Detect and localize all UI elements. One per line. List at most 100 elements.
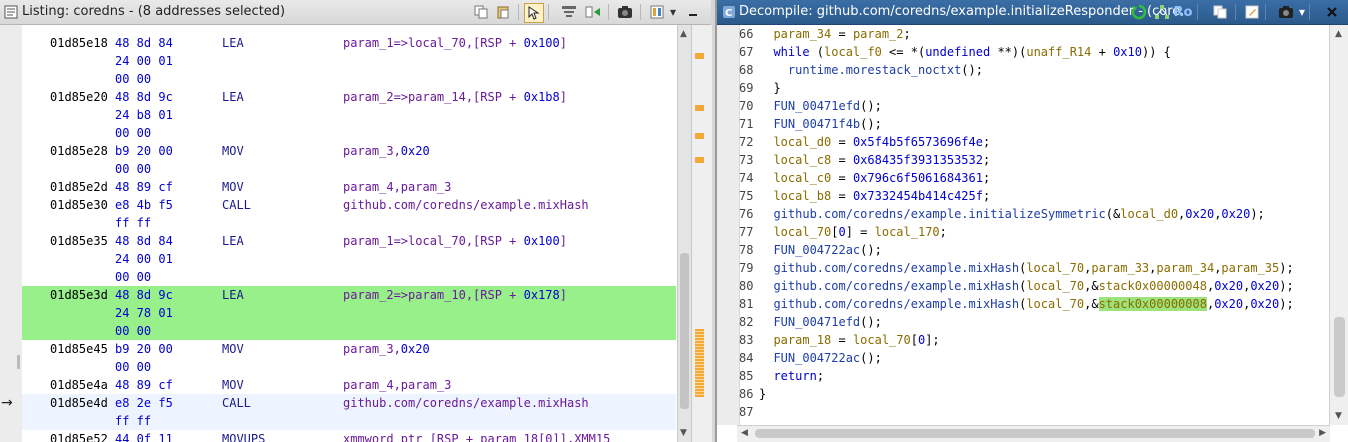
overview-mark[interactable] [695,105,704,111]
edit-icon[interactable] [1243,3,1261,21]
decompile-line[interactable]: 72 local_d0 = 0x5f4b5f6573696f4e; [739,133,1329,151]
code-text[interactable]: FUN_00471f4b(); [759,117,881,131]
copy-icon[interactable] [472,3,490,21]
code-text[interactable]: param_34 = param_2; [759,27,910,41]
decompile-line[interactable]: 75 local_b8 = 0x7332454b414c425f; [739,187,1329,205]
listing-row[interactable]: 01d85e20 48 8d 9c LEA param_2=>param_14,[RS… [22,88,676,106]
listing-row[interactable]: 01d85e18 48 8d 84 LEA param_1=>local_70,[RS… [22,34,676,52]
decompile-vertical-scrollbar[interactable]: ▲ ▼ [1329,25,1348,425]
listing-row[interactable]: ff ff [22,412,676,430]
code-text[interactable]: FUN_004722ac(); [759,351,881,365]
decompile-hscroll-thumb[interactable] [755,429,1315,438]
scroll-down-icon[interactable]: ▼ [680,428,687,438]
code-text[interactable]: local_c8 = 0x68435f3931353532; [759,153,990,167]
listing-row[interactable]: 01d85e3d 48 8d 9c LEA param_2=>param_10,[RS… [22,286,676,304]
decompile-line[interactable]: 70 FUN_00471efd(); [739,97,1329,115]
listing-row[interactable]: ff ff [22,214,676,232]
listing-code-view[interactable]: 01d85e18 48 8d 84 LEA param_1=>local_70,[RS… [22,25,676,442]
code-text[interactable]: github.com/coredns/example.mixHash(local… [759,279,1293,293]
code-text[interactable]: FUN_00471efd(); [759,99,881,113]
diff-icon[interactable] [584,3,602,21]
instruction-operands[interactable]: param_3,0x20 [343,342,430,356]
minimize-icon[interactable] [684,3,702,21]
overview-mark[interactable] [695,53,704,59]
decompile-line[interactable]: 80 github.com/coredns/example.mixHash(lo… [739,277,1329,295]
listing-overview-bar[interactable] [691,25,712,442]
decompile-line[interactable]: 78 FUN_004722ac(); [739,241,1329,259]
code-text[interactable]: while (local_f0 <= *(undefined **)(unaff… [759,45,1170,59]
decompile-line[interactable]: 84 FUN_004722ac(); [739,349,1329,367]
decompile-line[interactable]: 71 FUN_00471f4b(); [739,115,1329,133]
listing-row[interactable]: 24 78 01 [22,304,676,322]
snapshot-icon[interactable] [560,3,578,21]
listing-margin[interactable]: → [0,25,23,442]
instruction-operands[interactable]: xmmword ptr [RSP + param_18[0]],XMM15 [343,432,610,442]
decompile-line[interactable]: 83 param_18 = local_70[0]; [739,331,1329,349]
listing-row[interactable]: 01d85e35 48 8d 84 LEA param_1=>local_70,[RS… [22,232,676,250]
listing-row[interactable]: 01d85e2d 48 89 cf MOV param_4,param_3 [22,178,676,196]
instruction-operands[interactable]: param_2=>param_10,[RSP + 0x178] [343,288,567,302]
decompile-line[interactable]: 79 github.com/coredns/example.mixHash(lo… [739,259,1329,277]
decompile-line[interactable]: 77 local_70[0] = local_170; [739,223,1329,241]
refresh-icon[interactable] [1130,3,1148,21]
decompile-line[interactable]: 85 return; [739,367,1329,385]
code-text[interactable]: github.com/coredns/example.initializeSym… [759,207,1264,221]
decompile-line[interactable]: 67 while (local_f0 <= *(undefined **)(un… [739,43,1329,61]
overview-mark[interactable] [695,157,704,163]
instruction-operands[interactable]: param_3,0x20 [343,144,430,158]
code-text[interactable]: } [759,81,780,95]
graph-icon[interactable] [1153,3,1171,21]
field-config-icon[interactable] [648,3,666,21]
copy-icon[interactable] [1211,3,1229,21]
code-text[interactable]: local_70[0] = local_170; [759,225,946,239]
listing-row[interactable]: 24 00 01 [22,52,676,70]
listing-row[interactable]: 00 00 [22,322,676,340]
decompile-scroll-thumb[interactable] [1334,317,1345,397]
code-text[interactable]: } [759,387,766,401]
instruction-operands[interactable]: github.com/coredns/example.mixHash [343,396,589,410]
overview-selection-block[interactable] [695,329,704,397]
decompile-line[interactable]: 86} [739,385,1329,403]
instruction-operands[interactable]: param_1=>local_70,[RSP + 0x100] [343,234,567,248]
code-text[interactable]: FUN_004722ac(); [759,243,881,257]
camera-icon[interactable] [616,3,634,21]
overview-mark[interactable] [695,133,704,139]
decompile-code-view[interactable]: 66 param_34 = param_2; 67 while (local_f0… [739,25,1329,425]
scroll-up-icon[interactable]: ▲ [680,29,687,39]
listing-row[interactable]: 24 b8 01 [22,106,676,124]
listing-row[interactable]: 01d85e28 b9 20 00 MOV param_3,0x20 [22,142,676,160]
listing-row[interactable]: 24 00 01 [22,250,676,268]
code-text[interactable]: github.com/coredns/example.mixHash(local… [759,297,1294,311]
code-text[interactable]: param_18 = local_70[0]; [759,333,939,347]
scroll-left-icon[interactable]: ◀ [741,428,748,438]
scroll-right-icon[interactable]: ▶ [1319,428,1326,438]
decompile-line[interactable]: 66 param_34 = param_2; [739,25,1329,43]
close-icon[interactable] [1323,3,1341,21]
listing-row[interactable]: 01d85e4d e8 2e f5 CALL github.com/coredns/e… [22,394,676,412]
listing-scroll-thumb[interactable] [680,253,689,409]
listing-row[interactable]: 01d85e52 44 0f 11 MOVUPS xmmword ptr [RSP +… [22,430,676,442]
decompile-horizontal-scrollbar[interactable]: ◀ ▶ [737,425,1330,442]
chevron-down-icon[interactable]: ▾ [1297,3,1307,21]
chevron-down-icon[interactable]: ▾ [668,3,678,21]
decompile-line[interactable]: 81 github.com/coredns/example.mixHash(lo… [739,295,1329,313]
decompile-line[interactable]: 74 local_c0 = 0x796c6f5061684361; [739,169,1329,187]
listing-row[interactable]: 00 00 [22,268,676,286]
instruction-operands[interactable]: param_4,param_3 [343,180,451,194]
listing-row[interactable]: 00 00 [22,124,676,142]
listing-row[interactable]: 00 00 [22,70,676,88]
code-text[interactable]: local_b8 = 0x7332454b414c425f; [759,189,990,203]
code-text[interactable]: local_d0 = 0x5f4b5f6573696f4e; [759,135,990,149]
scroll-down-icon[interactable]: ▼ [1335,411,1342,421]
code-text[interactable]: return; [759,369,824,383]
instruction-operands[interactable]: param_4,param_3 [343,378,451,392]
code-text[interactable]: runtime.morestack_noctxt(); [759,63,983,77]
paste-icon[interactable] [494,3,512,21]
listing-row[interactable]: 01d85e30 e8 4b f5 CALL github.com/coredns/e… [22,196,676,214]
decompile-line[interactable]: 87 [739,403,1329,421]
readonly-icon[interactable]: Ro [1174,3,1193,21]
listing-row[interactable]: 01d85e4a 48 89 cf MOV param_4,param_3 [22,376,676,394]
listing-row[interactable]: 00 00 [22,358,676,376]
decompile-line[interactable]: 82 FUN_00471efd(); [739,313,1329,331]
code-text[interactable]: FUN_00471efd(); [759,315,881,329]
